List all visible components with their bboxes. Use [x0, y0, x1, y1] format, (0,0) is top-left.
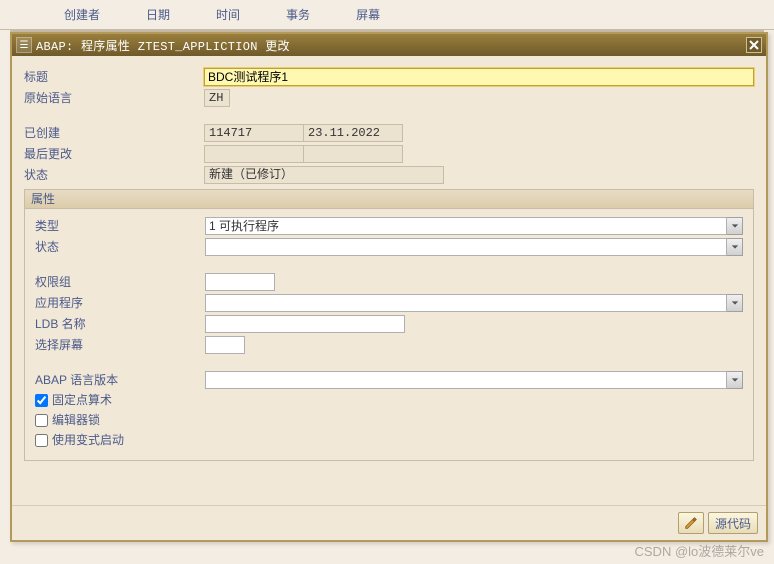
created-by-value: 114717: [204, 124, 304, 142]
label-auth-group: 权限组: [35, 272, 205, 292]
pencil-icon: [684, 516, 698, 530]
orig-lang-value: ZH: [204, 89, 230, 107]
bg-col-time: 时间: [216, 6, 240, 29]
chevron-down-icon: [731, 243, 739, 251]
label-status: 状态: [24, 165, 204, 185]
variant-start-checkbox[interactable]: [35, 434, 48, 447]
ldb-input[interactable]: [205, 315, 405, 333]
edit-button[interactable]: [678, 512, 704, 534]
fixed-point-checkbox[interactable]: [35, 394, 48, 407]
bg-col-date: 日期: [146, 6, 170, 29]
label-orig-lang: 原始语言: [24, 88, 204, 108]
abap-ver-select[interactable]: [205, 371, 727, 389]
dialog-system-icon[interactable]: ☰: [16, 37, 32, 53]
dialog-titlebar[interactable]: ☰ ABAP: 程序属性 ZTEST_APPLICTION 更改: [12, 34, 766, 56]
label-status2: 状态: [35, 237, 205, 257]
sel-screen-input[interactable]: [205, 336, 245, 354]
attributes-section-header: 属性: [24, 189, 754, 209]
label-applprog: 应用程序: [35, 293, 205, 313]
label-type: 类型: [35, 216, 205, 236]
status-select[interactable]: [205, 238, 727, 256]
properties-dialog: ☰ ABAP: 程序属性 ZTEST_APPLICTION 更改 标题 原始语言…: [10, 32, 768, 542]
type-dropdown-button[interactable]: [727, 217, 743, 235]
title-input[interactable]: [204, 68, 754, 86]
label-abap-ver: ABAP 语言版本: [35, 370, 205, 390]
bg-col-screen: 屏幕: [356, 6, 380, 29]
abap-ver-dropdown-button[interactable]: [727, 371, 743, 389]
source-code-button[interactable]: 源代码: [708, 512, 758, 534]
lastchange-by-value: [204, 145, 304, 163]
created-date-value: 23.11.2022: [303, 124, 403, 142]
attributes-section: 类型 1 可执行程序 状态 权限组 应用程序: [24, 209, 754, 461]
lastchange-date-value: [303, 145, 403, 163]
close-button[interactable]: [746, 37, 762, 53]
bg-col-transaction: 事务: [286, 6, 310, 29]
editor-lock-checkbox[interactable]: [35, 414, 48, 427]
chevron-down-icon: [731, 299, 739, 307]
applprog-select[interactable]: [205, 294, 727, 312]
applprog-dropdown-button[interactable]: [727, 294, 743, 312]
status-value: 新建（已修订）: [204, 166, 444, 184]
close-icon: [749, 40, 759, 50]
label-ldb: LDB 名称: [35, 314, 205, 334]
label-created: 已创建: [24, 123, 204, 143]
dialog-body: 标题 原始语言 ZH 已创建 114717 23.11.2022 最后更改 状态…: [12, 56, 766, 505]
label-fixed-point: 固定点算术: [52, 390, 112, 410]
label-last-change: 最后更改: [24, 144, 204, 164]
auth-group-input[interactable]: [205, 273, 275, 291]
bg-col-creator: 创建者: [64, 6, 100, 29]
chevron-down-icon: [731, 376, 739, 384]
dialog-title: ABAP: 程序属性 ZTEST_APPLICTION 更改: [36, 37, 746, 54]
label-editor-lock: 编辑器锁: [52, 410, 100, 430]
background-column-headers: 创建者 日期 时间 事务 屏幕: [0, 0, 774, 30]
label-sel-screen: 选择屏幕: [35, 335, 205, 355]
status-dropdown-button[interactable]: [727, 238, 743, 256]
chevron-down-icon: [731, 222, 739, 230]
label-title: 标题: [24, 67, 204, 87]
type-select[interactable]: 1 可执行程序: [205, 217, 727, 235]
dialog-footer: 源代码: [12, 505, 766, 540]
watermark: CSDN @lo波德莱尔ve: [635, 541, 765, 560]
label-variant-start: 使用变式启动: [52, 430, 124, 450]
